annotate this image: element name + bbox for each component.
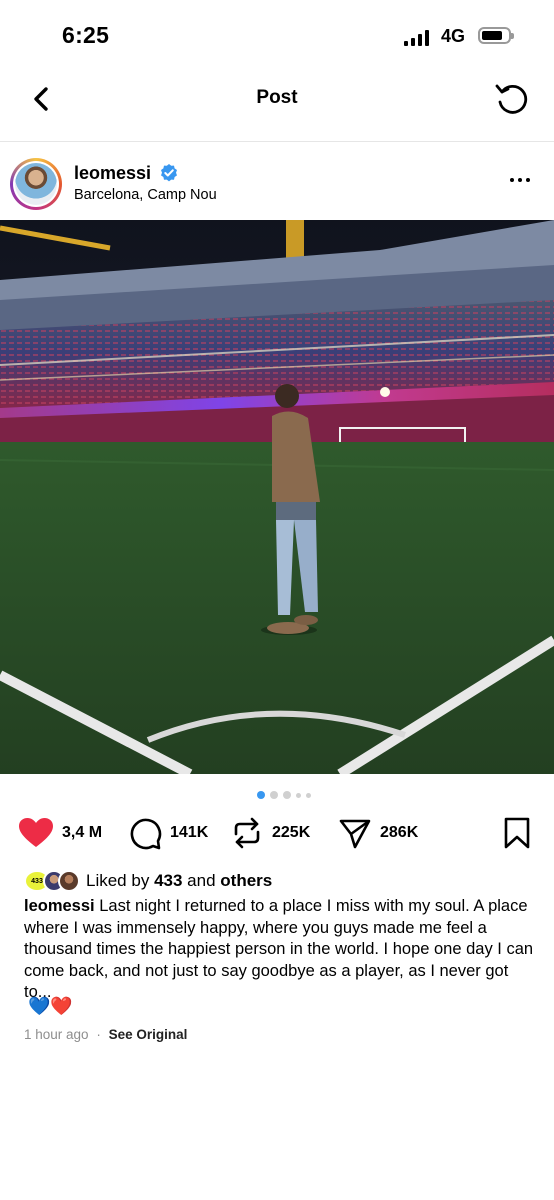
carousel-dot [296,792,301,798]
repost-icon [234,817,260,849]
liked-by-row[interactable]: 433 Liked by 433 and others [24,869,272,893]
avatar-image [15,163,57,205]
post-caption: leomessi Last night I returned to a plac… [24,896,536,1004]
stadium-photo [0,220,554,774]
post-location[interactable]: Barcelona, Camp Nou [74,187,217,203]
bookmark-icon [504,817,530,849]
more-options-icon[interactable] [510,178,530,182]
share-count: 286K [380,824,419,841]
send-icon [339,819,371,849]
carousel-indicator [257,791,311,799]
liker-avatar [58,870,80,892]
status-bar: 6:25 4G [0,0,554,70]
carousel-dot [270,791,278,799]
carousel-dot [257,791,265,799]
caption-text: Last night I returned to a place I miss … [24,897,534,1001]
carousel-dot [283,791,291,799]
username[interactable]: leomessi [74,163,151,184]
liked-by-text: Liked by 433 and others [86,871,273,890]
like-button[interactable]: 3,4 M [18,810,102,856]
page-title: Post [256,87,298,108]
repost-button[interactable]: 225K [230,810,310,856]
status-time: 6:25 [62,22,110,48]
post-header: leomessi Barcelona, Camp Nou [0,150,554,216]
post-meta: 1 hour ago · See Original [24,1027,187,1042]
signal-icon [404,30,429,46]
network-type: 4G [441,26,466,46]
nav-bar: Post [0,70,554,130]
caption-username[interactable]: leomessi [24,897,95,915]
action-bar: 3,4 M 141K 225K 286K [0,810,554,856]
battery-icon [478,27,514,44]
share-button[interactable]: 286K [338,810,418,856]
heart-filled-icon [19,818,53,847]
like-count: 3,4 M [62,824,103,841]
refresh-icon[interactable] [493,80,531,118]
see-original-link[interactable]: See Original [109,1027,188,1042]
divider [0,141,554,142]
repost-count: 225K [272,824,311,841]
comment-button[interactable]: 141K [128,810,208,856]
caption-emoji: 💙❤️ [28,996,73,1016]
save-button[interactable] [503,810,531,856]
comment-icon [130,818,162,850]
comment-count: 141K [170,824,209,841]
carousel-dot [306,792,311,798]
avatar[interactable] [10,158,62,210]
post-timestamp: 1 hour ago [24,1027,89,1042]
meta-separator: · [96,1027,101,1042]
verified-badge-icon [161,164,177,182]
post-image[interactable] [0,220,554,774]
